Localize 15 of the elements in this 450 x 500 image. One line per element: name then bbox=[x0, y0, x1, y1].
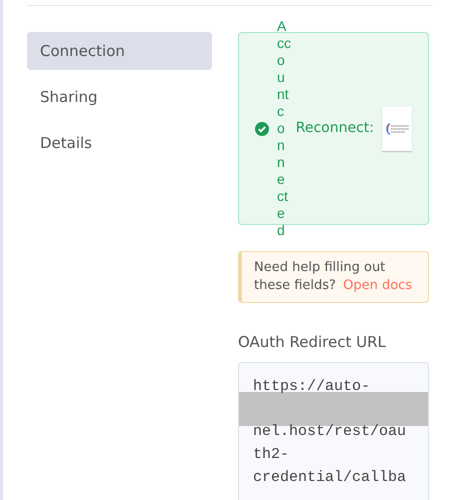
status-text: Account connected bbox=[277, 18, 292, 239]
help-text: Need help filling out these fields? Open docs bbox=[254, 259, 414, 295]
url-field[interactable]: https://auto- nel.host/rest/oau th2- credential/callba bbox=[238, 362, 429, 500]
url-text-line: nel.host/rest/oau bbox=[252, 422, 408, 442]
sidebar-item[interactable]: Details bbox=[27, 124, 212, 162]
google-logo-icon bbox=[386, 122, 390, 134]
sidebar-item[interactable]: Connection bbox=[27, 32, 212, 70]
button-label-drawing bbox=[390, 124, 408, 134]
field-label: OAuth Redirect URL bbox=[238, 332, 387, 353]
url-text-line: th2- bbox=[252, 444, 290, 464]
reconnect-label: Reconnect: bbox=[296, 119, 374, 138]
google-sign-in-button[interactable] bbox=[382, 106, 412, 150]
sidebar-item[interactable]: Sharing bbox=[27, 78, 212, 116]
url-text-line: https://auto- bbox=[252, 376, 372, 396]
url-text-line: credential/callba bbox=[252, 468, 408, 488]
